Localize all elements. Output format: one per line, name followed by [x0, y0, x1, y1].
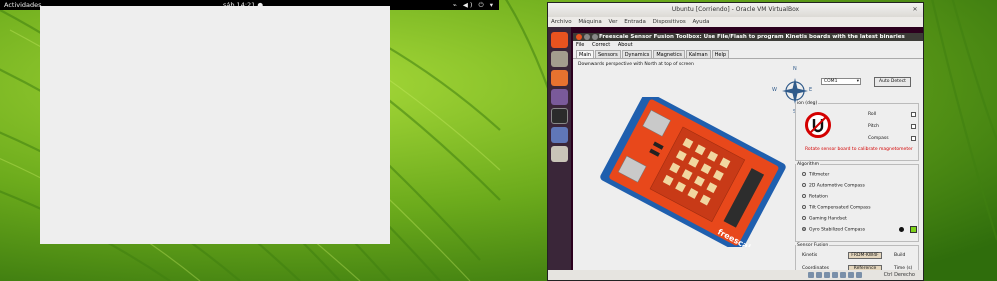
device-icons — [808, 272, 862, 278]
radio-icon — [802, 216, 806, 220]
radio-icon — [802, 205, 806, 209]
app-title: Freescale Sensor Fusion Toolbox: Use Fil… — [599, 34, 905, 40]
radio-icon — [802, 172, 806, 176]
display-icon[interactable] — [856, 272, 862, 278]
terminal-icon[interactable] — [551, 108, 568, 124]
settings-icon[interactable] — [551, 127, 568, 143]
sensor-fusion-window: Freescale Sensor Fusion Toolbox: Use Fil… — [573, 33, 923, 275]
firefox-icon[interactable] — [551, 70, 568, 86]
radio-selected-icon — [802, 227, 806, 231]
algorithm-option[interactable]: Rotation — [802, 194, 828, 200]
menu-about[interactable]: About — [618, 42, 633, 48]
algorithm-option-selected[interactable]: Gyro Stabilized Compass — [802, 227, 865, 233]
gnome-top-bar: Actividades ◈ Oracle VM VirtualBox ▾ sáb… — [0, 0, 499, 244]
audio-icon[interactable] — [824, 272, 830, 278]
menu-entrada[interactable]: Entrada — [624, 19, 646, 25]
tab-help[interactable]: Help — [711, 50, 730, 58]
files-icon[interactable] — [551, 51, 568, 67]
menu-ver[interactable]: Ver — [609, 19, 618, 25]
radio-icon — [802, 194, 806, 198]
sensor-fusion-legend: Sensor Fusion — [796, 243, 830, 248]
menu-file[interactable]: File — [576, 42, 584, 48]
app-menu-label: Oracle VM VirtualBox — [47, 7, 116, 15]
virtualbox-titlebar[interactable]: Ubuntu [Corriendo] - Oracle VM VirtualBo… — [548, 3, 923, 17]
magnet-warning-icon — [805, 112, 831, 138]
compass-e-label: E — [809, 87, 813, 93]
algorithm-group: Algorithm Tiltmeter 2D Automotive Compas… — [795, 162, 919, 242]
menu-dispositivos[interactable]: Dispositivos — [653, 19, 686, 25]
kinetis-value: FRDM-KW4F — [848, 252, 882, 259]
host-key-label: Ctrl Derecho — [883, 272, 915, 278]
virtualbox-window: Ubuntu [Corriendo] - Oracle VM VirtualBo… — [547, 2, 924, 281]
tab-kalman[interactable]: Kalman — [685, 50, 711, 58]
maximize-icon[interactable] — [592, 34, 598, 40]
virtualbox-title: Ubuntu [Corriendo] - Oracle VM VirtualBo… — [671, 6, 800, 13]
view-caption: Downwards perspective with North at top … — [578, 62, 694, 67]
close-icon[interactable]: ✕ — [911, 6, 919, 14]
tab-bar: Main Sensors Dynamics Magnetics Kalman H… — [573, 50, 923, 59]
algorithm-option-label: 2D Automotive Compass — [809, 183, 865, 189]
ubuntu-dash-icon[interactable] — [551, 32, 568, 48]
guest-display[interactable]: Freescale Sensor Fusion Toolbox: Use Fil… — [548, 27, 923, 275]
algorithm-option[interactable]: 2D Automotive Compass — [802, 183, 865, 189]
kinetis-label: Kinetis — [802, 253, 818, 258]
menu-correct[interactable]: Correct — [592, 42, 610, 48]
system-menu[interactable]: ⌁ ◀) ⏻ ▾ — [453, 0, 495, 10]
compass-checkbox[interactable] — [911, 136, 916, 141]
hdd-icon[interactable] — [808, 272, 814, 278]
network-icon[interactable] — [832, 272, 838, 278]
build-label: Build — [894, 253, 906, 258]
menu-ayuda[interactable]: Ayuda — [692, 19, 709, 25]
calibration-warning: Rotate sensor board to calibrate magneto… — [805, 147, 913, 152]
roll-label: Roll — [868, 112, 877, 117]
chevron-down-icon: ▾ — [856, 79, 859, 84]
pitch-checkbox[interactable] — [911, 124, 916, 129]
compass-label: Compass — [868, 136, 889, 141]
port-dropdown[interactable]: COM1 ▾ — [821, 78, 861, 85]
tab-main[interactable]: Main — [576, 50, 594, 58]
algorithm-option-label: Rotation — [809, 194, 828, 200]
tab-sensors[interactable]: Sensors — [594, 50, 621, 58]
algorithm-option-label: Gaming Handset — [809, 216, 847, 222]
text-editor-icon[interactable] — [551, 146, 568, 162]
status-dot-icon — [899, 227, 904, 232]
shared-folder-icon[interactable] — [848, 272, 854, 278]
compass-w-label: W — [772, 87, 777, 93]
pitch-label: Pitch — [868, 124, 879, 129]
tab-dynamics[interactable]: Dynamics — [621, 50, 653, 58]
port-value: COM1 — [824, 79, 838, 84]
tab-magnetics[interactable]: Magnetics — [653, 50, 685, 58]
sensor-board-3d-view[interactable]: freescale — [593, 97, 788, 247]
menu-archivo[interactable]: Archivo — [551, 19, 572, 25]
virtualbox-menubar: Archivo Máquina Ver Entrada Dispositivos… — [548, 17, 923, 27]
virtualbox-statusbar: Ctrl Derecho — [548, 270, 923, 280]
menu-maquina[interactable]: Máquina — [578, 19, 601, 25]
algorithm-option[interactable]: Tiltmeter — [802, 172, 829, 178]
close-icon[interactable] — [576, 34, 582, 40]
app-menubar: File Correct About — [573, 41, 923, 50]
clock[interactable]: sáb 14:21 ● — [223, 0, 263, 10]
minimize-icon[interactable] — [584, 34, 590, 40]
orientation-group: ion (deg) Roll Pitch Compass Rotate sens… — [795, 101, 919, 161]
usb-icon[interactable] — [840, 272, 846, 278]
status-indicator-icon — [910, 226, 917, 233]
main-panel: Downwards perspective with North at top … — [573, 59, 923, 275]
algorithm-option[interactable]: Tilt Compensated Compass — [802, 205, 871, 211]
app-menu-button[interactable]: ◈ Oracle VM VirtualBox ▾ — [40, 6, 390, 244]
roll-checkbox[interactable] — [911, 112, 916, 117]
algorithm-option-label: Tilt Compensated Compass — [809, 205, 871, 211]
unity-launcher — [548, 27, 571, 271]
algorithm-legend: Algorithm — [796, 162, 821, 167]
optical-drive-icon[interactable] — [816, 272, 822, 278]
algorithm-option-label: Tiltmeter — [809, 172, 830, 178]
app-titlebar[interactable]: Freescale Sensor Fusion Toolbox: Use Fil… — [573, 33, 923, 41]
radio-icon — [802, 183, 806, 187]
algorithm-option[interactable]: Gaming Handset — [802, 216, 847, 222]
software-icon[interactable] — [551, 89, 568, 105]
auto-detect-button[interactable]: Auto Detect — [874, 77, 911, 87]
compass-n-label: N — [793, 66, 797, 72]
orientation-legend: ion (deg) — [796, 101, 819, 106]
algorithm-option-label: Gyro Stabilized Compass — [809, 227, 866, 233]
activities-button[interactable]: Actividades — [4, 0, 42, 10]
